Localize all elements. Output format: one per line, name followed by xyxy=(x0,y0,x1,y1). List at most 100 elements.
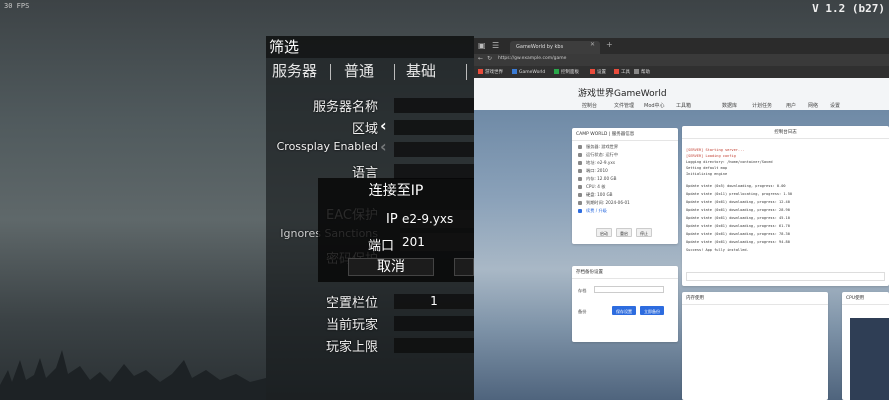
fps-counter: 30 FPS xyxy=(4,2,30,10)
language-select[interactable] xyxy=(394,164,474,179)
connect-ip-dialog: 连接至IP IP e2-9.yxs 端口 201 取消 xyxy=(318,178,474,282)
nav-item[interactable]: 用户 xyxy=(786,102,796,109)
info-line: 地址: e2-9.yxs xyxy=(578,160,615,166)
console-line: Update state (0x11) preallocating, progr… xyxy=(686,192,793,196)
backup-now-button[interactable]: 立即备份 xyxy=(640,306,664,315)
ip-input[interactable]: e2-9.yxs xyxy=(400,210,474,228)
max-players-input[interactable] xyxy=(394,338,474,353)
region-select[interactable] xyxy=(394,120,474,135)
bookmark-item[interactable]: 控制面板 xyxy=(554,69,579,75)
version-label: V 1.2 (b27) xyxy=(812,2,885,15)
info-link[interactable]: 续费 / 升级 xyxy=(578,208,607,214)
console-line: Update state (0x61) downloading, progres… xyxy=(686,216,790,220)
nav-item[interactable]: 控制台 xyxy=(582,102,597,109)
dialog-title: 连接至IP xyxy=(368,183,424,199)
url-input[interactable]: https://gw.example.com/game xyxy=(498,56,618,64)
port-label: 端口 xyxy=(368,239,395,254)
info-line: CPU: 4 核 xyxy=(578,184,605,190)
cpu-chart-area xyxy=(850,318,889,400)
card-header: 控制台日志 xyxy=(682,126,889,139)
filter-label-max-players: 玩家上限 xyxy=(325,340,378,355)
tab-server[interactable]: 服务器 xyxy=(272,60,317,82)
filter-label-server-name: 服务器名称 xyxy=(312,100,378,115)
bookmark-item[interactable]: 工具 xyxy=(614,69,630,75)
filter-label-current-players: 当前玩家 xyxy=(325,318,378,333)
info-line: 硬盘: 100 GB xyxy=(578,192,613,198)
bookmarks-bar: 游戏世界 GameWorld 控制面板 设置 工具 帮助 xyxy=(474,66,889,78)
console-card: 控制台日志 [SERVER] Starting server... [SERVE… xyxy=(682,126,889,286)
server-info-card: CAMP WORLD | 服务器信息 服务器: 游戏世界 运行状态: 运行中 地… xyxy=(572,128,678,244)
back-icon[interactable]: ← xyxy=(478,55,483,62)
tab-separator xyxy=(394,64,395,80)
cancel-button[interactable]: 取消 xyxy=(348,258,434,276)
console-line: [SERVER] Starting server... xyxy=(686,148,745,152)
console-line: Logging directory: /home/container/Saved xyxy=(686,160,773,164)
site-title: 游戏世界GameWorld xyxy=(578,89,667,99)
nav-item[interactable]: 文件管理 xyxy=(614,102,634,109)
refresh-icon[interactable]: ↻ xyxy=(487,55,492,62)
backup-label: 备份 xyxy=(578,309,587,314)
page-background: CAMP WORLD | 服务器信息 服务器: 游戏世界 运行状态: 运行中 地… xyxy=(474,110,889,400)
info-line: 服务器: 游戏世界 xyxy=(578,144,618,150)
console-line: Update state (0x5) downloading, progress… xyxy=(686,184,786,188)
console-line: Setting default map xyxy=(686,166,728,170)
cpu-usage-card: CPU使用 xyxy=(842,292,889,400)
card-header: CPU使用 xyxy=(842,292,889,305)
chevron-left-icon[interactable]: ‹ xyxy=(380,137,387,156)
console-line: [SERVER] Loading config xyxy=(686,154,736,158)
close-icon[interactable]: ✕ xyxy=(590,41,595,48)
card-header: 内存使用 xyxy=(682,292,828,305)
port-input[interactable]: 201 xyxy=(400,233,474,251)
backup-input[interactable] xyxy=(594,286,664,293)
server-name-input[interactable] xyxy=(394,98,474,113)
memory-usage-card: 内存使用 xyxy=(682,292,828,400)
backup-label: 存档 xyxy=(578,288,587,293)
info-line: 到期时间: 2024-06-01 xyxy=(578,200,630,206)
console-line: Success! App fully installed. xyxy=(686,248,749,252)
card-header: CAMP WORLD | 服务器信息 xyxy=(572,128,678,141)
restart-button[interactable]: 重启 xyxy=(616,228,632,237)
new-tab-icon[interactable]: + xyxy=(606,40,613,49)
tab-separator xyxy=(330,64,331,80)
bookmark-item[interactable]: 游戏世界 xyxy=(478,69,503,75)
open-slots-input[interactable]: 1 xyxy=(394,294,474,309)
console-line: Update state (0x61) downloading, progres… xyxy=(686,240,790,244)
console-line: Initializing engine xyxy=(686,172,728,176)
nav-item[interactable]: 网络 xyxy=(808,102,818,109)
address-bar: ← ↻ https://gw.example.com/game xyxy=(474,54,889,66)
command-input[interactable] xyxy=(686,272,885,281)
ip-label: IP xyxy=(386,212,398,227)
save-settings-button[interactable]: 保存设置 xyxy=(612,306,636,315)
info-line: 运行状态: 运行中 xyxy=(578,152,618,158)
nav-item[interactable]: 设置 xyxy=(830,102,840,109)
tab-general[interactable]: 普通 xyxy=(344,60,374,82)
filter-label-region: 区域 xyxy=(351,122,378,137)
nav-item[interactable]: Mod中心 xyxy=(644,102,665,109)
chevron-left-icon[interactable]: ‹ xyxy=(380,116,387,135)
nav-item[interactable]: 数据库 xyxy=(722,102,737,109)
filter-label-open-slots: 空置栏位 xyxy=(325,296,378,311)
bookmark-item[interactable]: 设置 xyxy=(590,69,606,75)
crossplay-toggle[interactable] xyxy=(394,142,474,157)
nav-item[interactable]: 工具箱 xyxy=(676,102,691,109)
nav-item[interactable]: 计划任务 xyxy=(752,102,772,109)
bookmark-item[interactable]: 帮助 xyxy=(634,69,650,75)
confirm-button[interactable] xyxy=(454,258,474,276)
browser-window: ▣ ☰ GameWorld by kbs ✕ + ← ↻ https://gw.… xyxy=(474,38,889,400)
tab-basic[interactable]: 基础 xyxy=(406,60,436,82)
card-header: 存档备份设置 xyxy=(572,266,678,279)
sidebar-icon[interactable]: ▣ xyxy=(478,41,486,50)
tab-list-icon[interactable]: ☰ xyxy=(492,41,499,50)
tab-separator xyxy=(466,64,467,80)
console-line: Update state (0x61) downloading, progres… xyxy=(686,232,790,236)
console-line: Update state (0x61) downloading, progres… xyxy=(686,200,790,204)
start-button[interactable]: 启动 xyxy=(596,228,612,237)
browser-tab[interactable]: GameWorld by kbs xyxy=(510,41,600,54)
browser-tabbar: ▣ ☰ GameWorld by kbs ✕ + xyxy=(474,38,889,54)
panel-title: 筛选 xyxy=(266,36,474,58)
bookmark-item[interactable]: GameWorld xyxy=(512,69,545,75)
info-line: 端口: 2010 xyxy=(578,168,608,174)
current-players-input[interactable] xyxy=(394,316,474,331)
stop-button[interactable]: 停止 xyxy=(636,228,652,237)
backup-settings-card: 存档备份设置 存档 备份 保存设置 立即备份 xyxy=(572,266,678,342)
